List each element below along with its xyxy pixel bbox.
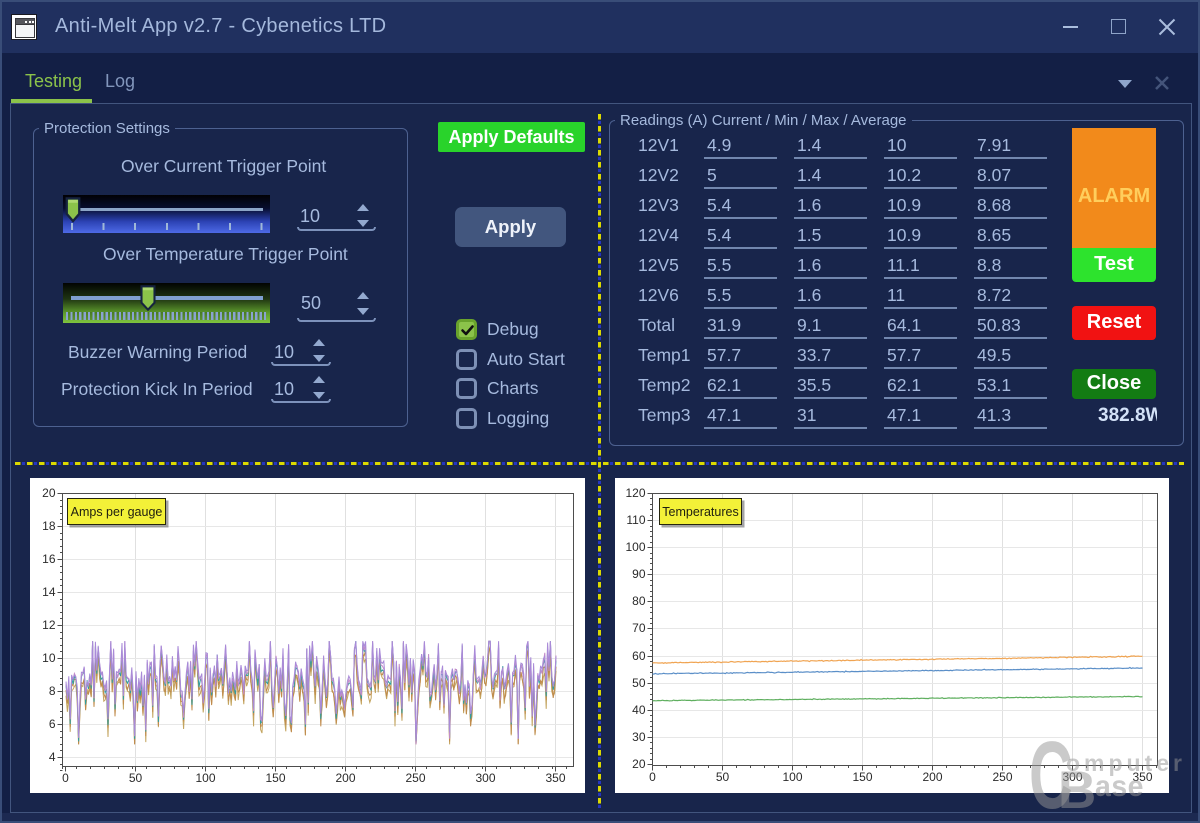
- svg-text:4: 4: [49, 750, 56, 764]
- svg-text:70: 70: [632, 621, 646, 635]
- svg-text:250: 250: [405, 771, 425, 785]
- svg-text:80: 80: [632, 594, 646, 608]
- svg-text:200: 200: [922, 770, 942, 784]
- svg-text:50: 50: [129, 771, 143, 785]
- svg-text:300: 300: [475, 771, 495, 785]
- svg-text:110: 110: [626, 513, 645, 527]
- svg-text:10: 10: [42, 651, 56, 665]
- svg-text:6: 6: [49, 717, 56, 731]
- svg-text:150: 150: [265, 771, 285, 785]
- svg-text:40: 40: [632, 703, 646, 717]
- svg-text:350: 350: [545, 771, 565, 785]
- svg-text:0: 0: [649, 770, 656, 784]
- svg-text:8: 8: [49, 684, 56, 698]
- svg-text:14: 14: [42, 585, 56, 599]
- svg-text:30: 30: [632, 730, 646, 744]
- svg-text:200: 200: [335, 771, 355, 785]
- svg-text:50: 50: [716, 770, 730, 784]
- svg-text:150: 150: [852, 770, 872, 784]
- svg-text:18: 18: [42, 519, 56, 533]
- svg-text:20: 20: [632, 757, 646, 771]
- svg-text:60: 60: [632, 649, 646, 663]
- svg-text:100: 100: [195, 771, 215, 785]
- svg-text:50: 50: [632, 676, 646, 690]
- svg-text:250: 250: [992, 770, 1012, 784]
- svg-text:100: 100: [782, 770, 802, 784]
- svg-text:0: 0: [62, 771, 69, 785]
- svg-text:300: 300: [1062, 770, 1082, 784]
- svg-text:350: 350: [1132, 770, 1152, 784]
- svg-text:120: 120: [625, 486, 645, 500]
- svg-text:100: 100: [625, 540, 645, 554]
- svg-text:90: 90: [632, 567, 646, 581]
- svg-text:20: 20: [42, 486, 56, 500]
- svg-text:12: 12: [42, 618, 56, 632]
- svg-text:16: 16: [42, 552, 56, 566]
